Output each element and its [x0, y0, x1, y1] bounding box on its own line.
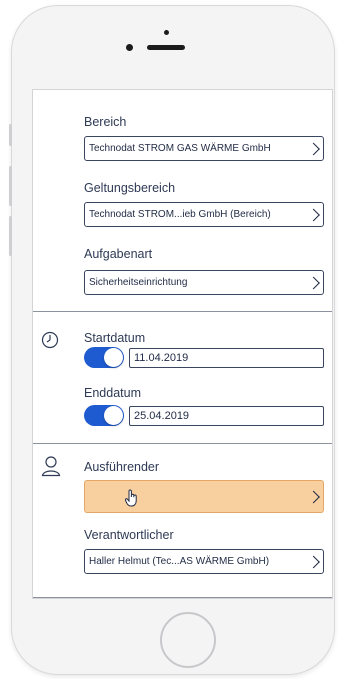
startdatum-toggle[interactable] — [84, 347, 124, 368]
chevron-right-icon — [307, 142, 320, 155]
aufgabenart-label: Aufgabenart — [84, 247, 153, 261]
geltungsbereich-label: Geltungsbereich — [84, 181, 176, 195]
app-screen: Bereich Technodat STROM GAS WÄRME GmbH G… — [32, 89, 333, 599]
chevron-right-icon — [307, 555, 320, 568]
section-divider — [33, 597, 332, 598]
chevron-right-icon — [307, 276, 320, 289]
enddatum-input[interactable]: 25.04.2019 — [129, 406, 324, 426]
enddatum-label: Enddatum — [84, 386, 141, 400]
chevron-right-icon — [307, 208, 320, 221]
verantwortlicher-field[interactable]: Haller Helmut (Tec...AS WÄRME GmbH) — [84, 549, 324, 574]
ausfuehrender-field[interactable] — [84, 480, 324, 513]
section-divider — [33, 443, 332, 444]
bereich-value: Technodat STROM GAS WÄRME GmbH — [89, 143, 271, 154]
chevron-right-icon — [307, 490, 320, 503]
home-button[interactable] — [160, 612, 216, 668]
enddatum-toggle[interactable] — [84, 405, 124, 426]
bereich-field[interactable]: Technodat STROM GAS WÄRME GmbH — [84, 136, 324, 161]
section-divider — [33, 311, 332, 312]
verantwortlicher-label: Verantwortlicher — [84, 528, 174, 542]
phone-side-button — [9, 124, 12, 146]
ausfuehrender-label: Ausführender — [84, 460, 160, 474]
aufgabenart-value: Sicherheitseinrichtung — [89, 277, 188, 288]
startdatum-input[interactable]: 11.04.2019 — [129, 348, 324, 368]
clock-icon — [41, 331, 59, 349]
phone-volume-down — [9, 216, 12, 256]
phone-camera — [126, 44, 133, 51]
verantwortlicher-value: Haller Helmut (Tec...AS WÄRME GmbH) — [89, 556, 270, 567]
aufgabenart-field[interactable]: Sicherheitseinrichtung — [84, 270, 324, 295]
hand-pointer-icon — [125, 489, 137, 507]
person-icon — [41, 456, 61, 477]
phone-volume-up — [9, 166, 12, 206]
toggle-knob — [104, 406, 123, 425]
phone-speaker — [147, 45, 185, 50]
phone-sensor — [164, 30, 169, 35]
geltungsbereich-value: Technodat STROM...ieb GmbH (Bereich) — [89, 209, 271, 220]
geltungsbereich-field[interactable]: Technodat STROM...ieb GmbH (Bereich) — [84, 202, 324, 227]
bereich-label: Bereich — [84, 115, 127, 129]
toggle-knob — [104, 348, 123, 367]
startdatum-label: Startdatum — [84, 331, 146, 345]
